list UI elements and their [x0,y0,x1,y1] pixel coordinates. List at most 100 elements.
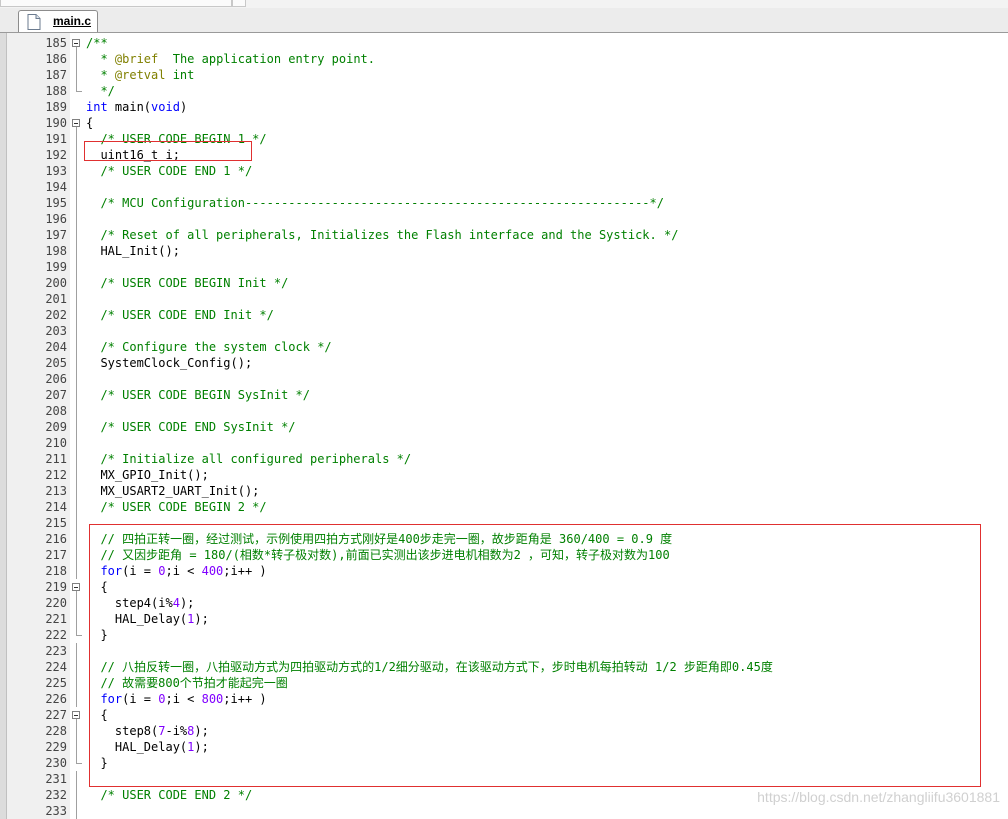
fold-guide [76,195,77,211]
code-line[interactable]: 204 /* Configure the system clock */ [0,339,1008,355]
code-text: MX_GPIO_Init(); [86,467,209,483]
code-line[interactable]: 213 MX_USART2_UART_Init(); [0,483,1008,499]
code-token: ) [179,100,188,114]
line-number: 208 [45,404,67,418]
fold-guide [76,403,77,419]
code-text: /* Reset of all peripherals, Initializes… [86,227,678,243]
code-line[interactable]: 185 /** [0,35,1008,51]
code-line[interactable]: 194 [0,179,1008,195]
line-number: 193 [45,164,67,178]
line-number: 230 [45,756,67,770]
line-number: 194 [45,180,67,194]
fold-guide [76,659,77,675]
code-text: /* USER CODE BEGIN Init */ [86,275,288,291]
code-line[interactable]: 193 /* USER CODE END 1 */ [0,163,1008,179]
line-number: 217 [45,548,67,562]
code-token: */ [86,84,115,98]
code-line[interactable]: 209 /* USER CODE END SysInit */ [0,419,1008,435]
code-line[interactable]: 212 MX_GPIO_Init(); [0,467,1008,483]
fold-guide [76,147,77,163]
code-line[interactable]: 208 [0,403,1008,419]
code-text: HAL_Init(); [86,243,180,259]
code-line[interactable]: 198 HAL_Init(); [0,243,1008,259]
code-text: /* USER CODE BEGIN 2 */ [86,499,266,515]
code-line[interactable]: 187 * @retval int [0,67,1008,83]
fold-guide [76,323,77,339]
code-token: The application entry point. [158,52,376,66]
line-number: 200 [45,276,67,290]
line-number: 203 [45,324,67,338]
fold-end-marker [76,83,82,92]
code-token: /** [86,36,108,50]
fold-guide [76,179,77,195]
code-line[interactable]: 205 SystemClock_Config(); [0,355,1008,371]
fold-guide [76,355,77,371]
line-number: 188 [45,84,67,98]
code-text: /* USER CODE END 1 */ [86,163,252,179]
code-text: */ [86,83,115,99]
code-line[interactable]: 195 /* MCU Configuration----------------… [0,195,1008,211]
code-line[interactable]: 186 * @brief The application entry point… [0,51,1008,67]
code-token: HAL_Init(); [86,244,180,258]
code-line[interactable]: 199 [0,259,1008,275]
code-text: /* USER CODE END 2 */ [86,787,252,803]
fold-guide [76,227,77,243]
code-line[interactable]: 196 [0,211,1008,227]
code-line[interactable]: 211 /* Initialize all configured periphe… [0,451,1008,467]
code-token: /* USER CODE BEGIN SysInit */ [86,388,310,402]
file-icon [27,14,41,34]
code-line[interactable]: 206 [0,371,1008,387]
line-number: 198 [45,244,67,258]
fold-guide [76,547,77,563]
line-number: 186 [45,52,67,66]
code-line[interactable]: 189 int main(void) [0,99,1008,115]
tab-main-c[interactable]: main.c [18,10,98,32]
line-number: 218 [45,564,67,578]
code-token: @brief [114,52,159,66]
code-editor[interactable]: 185/** 186 * @brief The application entry… [0,33,1008,819]
fold-guide [76,691,77,707]
code-line[interactable]: 201 [0,291,1008,307]
code-token: main( [107,100,152,114]
fold-guide [76,259,77,275]
code-line[interactable]: 233 [0,803,1008,819]
line-number: 205 [45,356,67,370]
line-number: 192 [45,148,67,162]
code-token: /* USER CODE END SysInit */ [86,420,296,434]
fold-guide [76,531,77,547]
line-number: 189 [45,100,67,114]
code-line[interactable]: 207 /* USER CODE BEGIN SysInit */ [0,387,1008,403]
code-line[interactable]: 200 /* USER CODE BEGIN Init */ [0,275,1008,291]
code-token: SystemClock_Config(); [86,356,253,370]
line-number: 206 [45,372,67,386]
code-line[interactable]: 190 { [0,115,1008,131]
line-number: 211 [45,452,67,466]
fold-guide [76,163,77,179]
code-line[interactable]: 203 [0,323,1008,339]
fold-toggle-icon[interactable] [72,119,80,127]
fold-guide [76,467,77,483]
fold-toggle-icon[interactable] [72,711,80,719]
code-token: /* USER CODE END 2 */ [86,788,253,802]
fold-toggle-icon[interactable] [72,39,80,47]
fold-toggle-icon[interactable] [72,583,80,591]
code-token: /* MCU Configuration--------------------… [86,196,664,210]
code-token: /* USER CODE END Init */ [86,308,274,322]
highlight-box-declaration [84,141,252,161]
fold-guide [76,723,77,739]
line-number: 228 [45,724,67,738]
fold-guide [76,739,77,755]
line-number: 220 [45,596,67,610]
code-line[interactable]: 214 /* USER CODE BEGIN 2 */ [0,499,1008,515]
fold-end-marker [76,627,82,636]
code-line[interactable]: 197 /* Reset of all peripherals, Initial… [0,227,1008,243]
fold-guide [76,787,77,803]
code-line[interactable]: 210 [0,435,1008,451]
code-line[interactable]: 202 /* USER CODE END Init */ [0,307,1008,323]
line-number: 233 [45,804,67,818]
code-text: /* Configure the system clock */ [86,339,331,355]
fold-guide [76,515,77,531]
code-line[interactable]: 188 */ [0,83,1008,99]
code-token: MX_GPIO_Init(); [86,468,209,482]
line-number: 191 [45,132,67,146]
